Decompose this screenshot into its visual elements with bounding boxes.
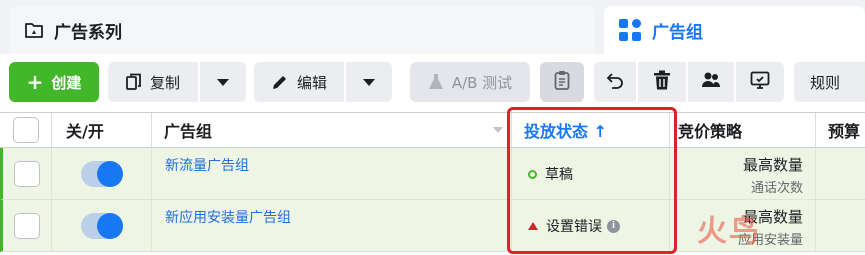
toolbar: + 创建 复制 编辑 A/B 测试 规则 xyxy=(0,54,865,112)
watermark-logo: 火鸟 xyxy=(697,214,761,249)
rule-preview-button[interactable] xyxy=(736,62,784,102)
row-checkbox[interactable] xyxy=(14,213,40,239)
error-triangle-icon xyxy=(528,222,538,230)
sort-caret-icon xyxy=(493,127,503,133)
budget-cell xyxy=(816,200,865,252)
ad-set-name-link[interactable]: 新流量广告组 xyxy=(152,148,512,200)
campaign-folder-icon xyxy=(24,20,44,40)
edit-button[interactable]: 编辑 xyxy=(254,62,344,102)
bid-strategy-cell: 最高数量 通话次数 xyxy=(670,148,816,200)
column-header-ad-set-label: 广告组 xyxy=(164,122,213,141)
bid-strategy-value: 最高数量 xyxy=(742,156,803,174)
edit-button-label: 编辑 xyxy=(296,73,327,92)
row-toggle-cell xyxy=(52,148,152,200)
table-header: 关/开 广告组 投放状态 ↑ 竞价策略 预算 xyxy=(0,112,865,148)
delete-button[interactable] xyxy=(638,62,686,102)
delivery-status-cell: 草稿 xyxy=(512,148,670,200)
table-row[interactable]: 新流量广告组 草稿 最高数量 通话次数 xyxy=(0,148,865,200)
level-tabs: 广告系列 广告组 xyxy=(0,0,865,54)
audience-button[interactable] xyxy=(688,62,734,102)
ad-set-grid-icon xyxy=(618,18,642,42)
tab-campaigns-label: 广告系列 xyxy=(54,22,122,43)
delivery-status-cell: 设置错误 i xyxy=(512,200,670,252)
on-off-toggle[interactable] xyxy=(80,213,123,239)
duplicate-button-label: 复制 xyxy=(149,73,180,92)
bid-strategy-goal: 通话次数 xyxy=(750,181,803,196)
toggle-knob xyxy=(96,213,123,239)
create-button[interactable]: + 创建 xyxy=(9,62,99,102)
column-header-bid-strategy[interactable]: 竞价策略 xyxy=(670,113,816,147)
row-toggle-cell xyxy=(52,200,152,252)
clipboard-icon xyxy=(554,70,570,94)
rules-button[interactable]: 规则 xyxy=(794,62,865,102)
duplicate-icon xyxy=(126,73,142,91)
delivery-status-text: 草稿 xyxy=(545,167,573,183)
column-header-ad-set[interactable]: 广告组 xyxy=(152,113,512,147)
draft-status-icon xyxy=(528,169,537,179)
trash-icon xyxy=(653,70,671,94)
duplicate-dropdown-button[interactable] xyxy=(200,62,246,102)
clipboard-button[interactable] xyxy=(540,62,584,102)
undo-icon xyxy=(606,71,624,93)
people-icon xyxy=(701,71,721,93)
create-button-label: 创建 xyxy=(51,73,82,92)
tab-ad-sets-label: 广告组 xyxy=(652,22,703,43)
budget-cell xyxy=(816,148,865,200)
duplicate-button[interactable]: 复制 xyxy=(108,62,198,102)
column-header-budget[interactable]: 预算 xyxy=(816,113,865,147)
select-all-cell xyxy=(0,113,52,147)
tab-ad-sets[interactable]: 广告组 xyxy=(604,6,865,54)
rule-monitor-icon xyxy=(750,71,770,93)
flask-icon xyxy=(428,73,444,91)
on-off-toggle[interactable] xyxy=(80,161,123,187)
rules-button-label: 规则 xyxy=(810,73,841,92)
column-header-toggle[interactable]: 关/开 xyxy=(52,113,152,147)
toggle-knob xyxy=(96,161,123,187)
row-checkbox-cell xyxy=(3,200,52,252)
row-checkbox[interactable] xyxy=(14,161,40,187)
row-checkbox-cell xyxy=(3,148,52,200)
undo-button[interactable] xyxy=(594,62,636,102)
plus-icon: + xyxy=(26,70,44,94)
ab-test-button-label: A/B 测试 xyxy=(451,73,513,92)
tab-campaigns[interactable]: 广告系列 xyxy=(10,6,595,54)
ab-test-button[interactable]: A/B 测试 xyxy=(410,62,530,102)
edit-dropdown-button[interactable] xyxy=(346,62,392,102)
info-icon[interactable]: i xyxy=(607,219,620,233)
column-header-delivery[interactable]: 投放状态 ↑ xyxy=(512,113,670,147)
delivery-status-text: 设置错误 xyxy=(546,219,602,235)
select-all-checkbox[interactable] xyxy=(12,117,39,143)
chevron-down-icon xyxy=(217,78,229,86)
ad-set-name-link[interactable]: 新应用安装量广告组 xyxy=(152,200,512,252)
chevron-down-icon xyxy=(363,78,375,86)
pencil-icon xyxy=(271,73,289,91)
